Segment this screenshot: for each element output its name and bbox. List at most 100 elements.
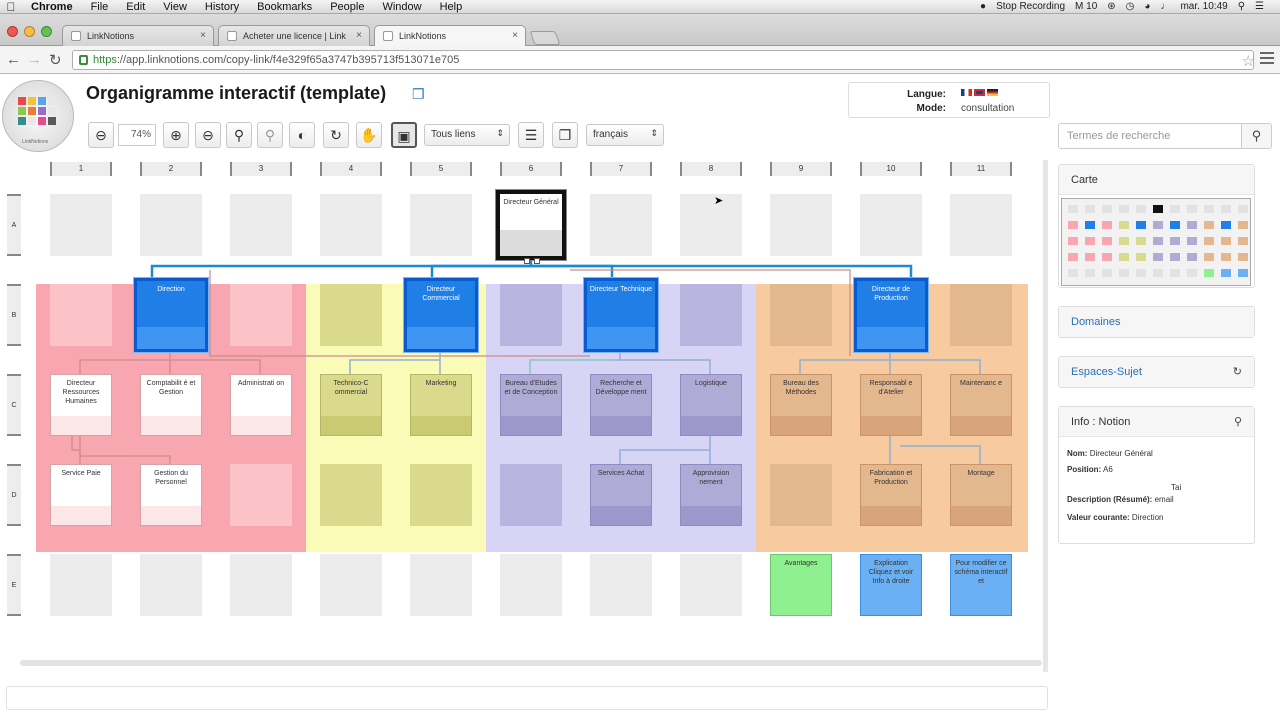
link-handle[interactable] — [534, 258, 540, 264]
world-map-icon[interactable]: ◐ — [289, 122, 315, 148]
menu-window[interactable]: Window — [373, 1, 430, 13]
search-icon[interactable]: ⚲ — [1242, 123, 1272, 149]
forward-arrow-icon[interactable]: → — [27, 51, 42, 68]
card-montage[interactable]: Montage — [950, 464, 1012, 526]
menu-people[interactable]: People — [321, 1, 373, 13]
card-marketing[interactable]: Marketing — [410, 374, 472, 436]
tab-close-icon[interactable]: × — [200, 30, 206, 41]
card-directeur-production[interactable]: Directeur de Production — [854, 278, 928, 352]
vertical-scrollbar[interactable] — [1043, 160, 1048, 672]
notifications-icon[interactable]: ☰ — [1255, 1, 1264, 12]
card-label: Fabrication et Production — [869, 470, 913, 486]
menu-chrome[interactable]: Chrome — [22, 1, 82, 13]
volume-icon[interactable]: ♩ — [1160, 1, 1170, 12]
stop-recording-label[interactable]: Stop Recording — [996, 1, 1065, 12]
card-pour-modifier[interactable]: Pour modifier ce schéma interactif et — [950, 554, 1012, 616]
zoom-reset-icon[interactable]: ↻ — [323, 122, 349, 148]
reload-icon[interactable]: ↻ — [49, 51, 62, 69]
card-avantages[interactable]: Avantages — [770, 554, 832, 616]
card-directeur-technique[interactable]: Directeur Technique — [584, 278, 658, 352]
card-comptabilite[interactable]: Comptabilit é et Gestion — [140, 374, 202, 436]
espaces-sujet-panel[interactable]: Espaces-Sujet ↻ — [1058, 356, 1255, 388]
card-explication[interactable]: Explication Cliquez et voir Info à droit… — [860, 554, 922, 616]
flag-de-icon[interactable] — [987, 89, 998, 96]
minimize-window-button[interactable] — [24, 26, 35, 37]
menu-view[interactable]: View — [154, 1, 196, 13]
close-window-button[interactable] — [7, 26, 18, 37]
chrome-menu-icon[interactable] — [1260, 52, 1274, 67]
address-bar[interactable]: https://app.linknotions.com/copy-link/f4… — [72, 50, 1255, 70]
clock-label[interactable]: mar. 10:49 — [1180, 1, 1227, 12]
new-tab-button[interactable] — [529, 31, 561, 45]
zoom-fit-icon[interactable]: ⚲ — [226, 122, 252, 148]
card-logistique[interactable]: Logistique — [680, 374, 742, 436]
card-bureau-methodes[interactable]: Bureau des Méthodes — [770, 374, 832, 436]
time-machine-icon[interactable]: ◷ — [1126, 1, 1135, 12]
card-directeur-commercial[interactable]: Directeur Commercial — [404, 278, 478, 352]
spotlight-icon[interactable]: ⚲ — [1238, 1, 1245, 12]
zoom-minus-icon[interactable]: ⊖ — [195, 122, 221, 148]
menu-help[interactable]: Help — [431, 1, 472, 13]
back-arrow-icon[interactable]: ← — [6, 51, 21, 68]
domaines-panel[interactable]: Domaines — [1058, 306, 1255, 338]
links-filter-select[interactable]: Tous liens ⇕ — [424, 124, 510, 146]
link-handle[interactable] — [524, 258, 530, 264]
zoom-level[interactable]: 74% — [118, 124, 156, 146]
tab-linknotions-1[interactable]: LinkNotions × — [62, 25, 214, 46]
info-nom-label: Nom: — [1067, 449, 1088, 458]
horizontal-scrollbar[interactable] — [20, 660, 1042, 666]
menu-file[interactable]: File — [82, 1, 118, 13]
zoom-window-button[interactable] — [41, 26, 52, 37]
menu-edit[interactable]: Edit — [117, 1, 154, 13]
linknotions-logo[interactable]: LinkNotions — [2, 80, 74, 152]
card-gestion-personnel[interactable]: Gestion du Personnel — [140, 464, 202, 526]
card-services-achat[interactable]: Services Achat — [590, 464, 652, 526]
card-direction[interactable]: Direction — [134, 278, 208, 352]
search-input[interactable] — [1058, 123, 1242, 149]
language-select[interactable]: français ⇕ — [586, 124, 664, 146]
card-approvisionnement[interactable]: Approvision nement — [680, 464, 742, 526]
search-zoom-icon[interactable]: ⚲ — [1234, 415, 1242, 428]
card-service-paie[interactable]: Service Paie — [50, 464, 112, 526]
list-view-icon[interactable]: ☰ — [518, 122, 544, 148]
card-technico-commercial[interactable]: Technico-C ommercial — [320, 374, 382, 436]
layers-icon[interactable]: ❐ — [552, 122, 578, 148]
apple-icon[interactable]:  — [0, 0, 22, 14]
carte-header[interactable]: Carte — [1059, 165, 1254, 195]
refresh-icon[interactable]: ↻ — [1233, 365, 1242, 378]
select-frame-icon[interactable]: ▣ — [391, 122, 417, 148]
tab-close-icon[interactable]: × — [512, 30, 518, 41]
flag-fr-icon[interactable] — [961, 89, 972, 96]
menu-history[interactable]: History — [196, 1, 248, 13]
flag-uk-icon[interactable] — [974, 89, 985, 96]
recording-icon[interactable]: ● — [980, 1, 986, 12]
card-recherche[interactable]: Recherche et Développe ment — [590, 374, 652, 436]
card-label: Service Paie — [61, 470, 101, 477]
card-label: Responsabl e d'Atelier — [869, 380, 913, 396]
tab-acheter-licence[interactable]: Acheter une licence | Link × — [218, 25, 370, 46]
bookmark-star-icon[interactable]: ☆ — [1242, 52, 1255, 70]
zoom-in-icon[interactable]: ⊕ — [163, 122, 189, 148]
menu-bookmarks[interactable]: Bookmarks — [248, 1, 321, 13]
card-fabrication[interactable]: Fabrication et Production — [860, 464, 922, 526]
domaines-link[interactable]: Domaines — [1059, 307, 1254, 337]
info-desc-value: email — [1154, 495, 1174, 504]
org-chart-canvas[interactable]: 1 2 3 4 5 6 7 8 9 10 11 A B C D E Direct… — [0, 160, 1048, 680]
card-responsable-atelier[interactable]: Responsabl e d'Atelier — [860, 374, 922, 436]
m-indicator[interactable]: M 10 — [1075, 1, 1097, 12]
card-administration[interactable]: Administrati on — [230, 374, 292, 436]
tab-close-icon[interactable]: × — [356, 30, 362, 41]
card-bureau-etudes[interactable]: Bureau d'Etudes et de Conception — [500, 374, 562, 436]
espaces-sujet-link[interactable]: Espaces-Sujet — [1059, 357, 1254, 387]
card-maintenance[interactable]: Maintenanc e — [950, 374, 1012, 436]
copy-template-icon[interactable]: ❒ — [412, 86, 425, 103]
zoom-out-icon[interactable]: ⊖ — [88, 122, 114, 148]
wifi-icon[interactable]: ◕ — [1144, 1, 1150, 12]
minimap[interactable] — [1061, 198, 1251, 286]
zoom-selection-icon[interactable]: ⚲ — [257, 122, 283, 148]
bluetooth-icon[interactable]: ⊛ — [1107, 1, 1115, 12]
hand-pan-icon[interactable]: ✋ — [356, 122, 382, 148]
card-drh[interactable]: Directeur Ressources Humaines — [50, 374, 112, 436]
card-directeur-general[interactable]: Directeur Général — [496, 190, 566, 260]
tab-linknotions-active[interactable]: LinkNotions × — [374, 25, 526, 47]
